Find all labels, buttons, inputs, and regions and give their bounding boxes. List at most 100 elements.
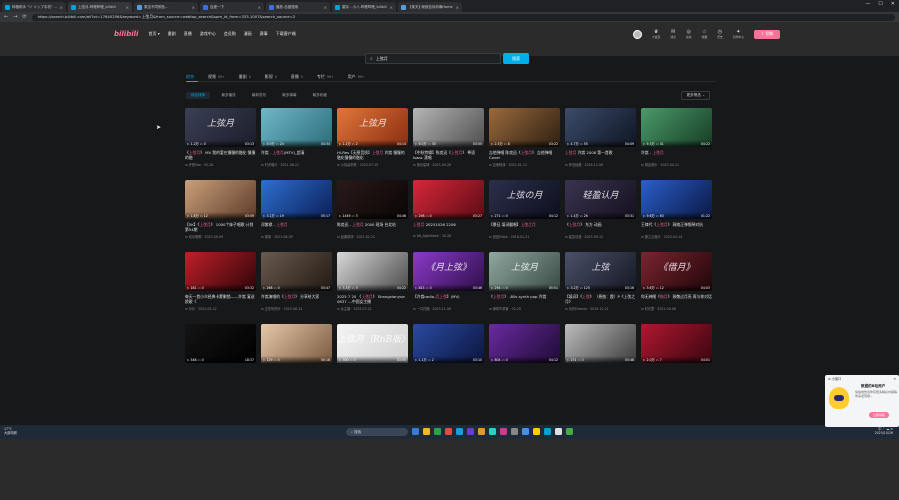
taskbar-app-icon[interactable] bbox=[456, 428, 463, 435]
video-card[interactable]: ▷ 2.0万 ▭ 7 04:01 bbox=[641, 324, 712, 391]
video-thumbnail[interactable]: ▷ 2.5万 ▭ 8 03:22 bbox=[489, 108, 560, 147]
dynamic-icon[interactable]: ◎ 动态 bbox=[686, 29, 692, 39]
video-card[interactable]: ▷ 1.1万 ▭ 2 03:10 bbox=[413, 324, 484, 391]
video-title[interactable]: 许嵩 - 上弦月 bbox=[641, 150, 712, 160]
history-icon[interactable]: ◷ 历史 bbox=[717, 29, 723, 39]
taskbar-app-icon[interactable] bbox=[412, 428, 419, 435]
tab-close-icon[interactable]: × bbox=[60, 5, 63, 10]
video-thumbnail[interactable]: 上弦月 ▷ 294 ▭ 0 05:51 bbox=[489, 252, 560, 291]
video-title[interactable]: 【许嵩radio-月上弦】(MV) bbox=[413, 294, 484, 304]
taskbar-search[interactable]: ⌕ 搜索 bbox=[346, 428, 408, 436]
video-card[interactable]: 上弦月 ▷ 1.2万 ▭ 0 03:13 《上弦月》 MV 我的爱在慢慢的融化 慢慢的… bbox=[185, 108, 256, 175]
uploader-line[interactable]: ⊡ 经典现场 · 2021-02-21 bbox=[337, 234, 408, 239]
browser-tab[interactable]: 【某天】·我就告诉你嘛Home × bbox=[398, 2, 462, 12]
video-card[interactable]: ▷ 4.7万 ▭ 55 04:09 上弦月 许嵩 2008 第一首歌 ⊡ 怀旧经典 ·… bbox=[565, 108, 636, 175]
video-card[interactable]: ▷ 6.0万 ▭ 30 03:55 【中秋特辑】陈奕迅《上弦月》 粤语 Isaac … bbox=[413, 108, 484, 175]
star-icon[interactable]: ☆ 收藏 bbox=[702, 29, 708, 39]
video-title[interactable]: 【填词】《上弦》 （原曲：霞）P《上弦之月》 bbox=[565, 294, 636, 304]
uploader-line[interactable]: ⊡ 欢乐唱歌 · 2023-09-09 bbox=[185, 234, 256, 239]
video-thumbnail[interactable]: ▷ 1.8万 ▭ 12 03:59 bbox=[185, 180, 256, 219]
uploader-line[interactable]: ⊡ 现场 · 2021-08-09 bbox=[261, 234, 332, 239]
uploader-line[interactable]: ⊡ 时光里 · 2021-09-08 bbox=[641, 306, 712, 311]
search-input[interactable]: ⌕ 上弦月 bbox=[365, 53, 502, 64]
sort-option[interactable]: 最新发布 bbox=[247, 92, 271, 99]
video-thumbnail[interactable]: ▷ 3.1万 ▭ 19 05:17 bbox=[261, 180, 332, 219]
uploader-line[interactable]: ⊡ bili_bghhkeelr · 10-26 bbox=[413, 234, 484, 238]
video-thumbnail[interactable]: 上弦の月 ▷ 271 ▭ 0 04:12 bbox=[489, 180, 560, 219]
url-field[interactable]: https://search.bilibili.com/all?vt=17640… bbox=[31, 13, 895, 21]
video-card[interactable]: 上弦の月 ▷ 271 ▭ 0 04:12 【景征 填词翻唱】上弦之月 ⊡ 景征Elist… bbox=[489, 180, 560, 247]
video-card[interactable]: 《月上弦》 ▷ 815 ▭ 0 03:46 【许嵩radio-月上弦】(MV) ⊡ 一口… bbox=[413, 252, 484, 319]
video-card[interactable]: ▷ 3.1万 ▭ 19 05:17 邓紫棋 - 上弦月 ⊡ 现场 · 2021-08-… bbox=[261, 180, 332, 247]
browser-tab[interactable]: 上弦月-哔哩哔哩_bilibili × bbox=[68, 2, 132, 12]
type-tab[interactable]: 影视 0 bbox=[265, 74, 277, 80]
tab-close-icon[interactable]: × bbox=[126, 5, 129, 10]
nav-item[interactable]: 会员购 bbox=[224, 31, 236, 37]
video-thumbnail[interactable]: 《借月》 ▷ 3.6万 ▭ 12 04:03 bbox=[641, 252, 712, 291]
video-card[interactable]: ▷ 298 ▭ 0 03:27 上弦月 20251026 2206 ⊡ bili_bg… bbox=[413, 180, 484, 247]
video-title[interactable]: 【中秋特辑】陈奕迅《上弦月》 粤语 Isaac 漂唱 bbox=[413, 150, 484, 160]
video-card[interactable]: ▷ 9.3万 ▭ 41 04:22 许嵩 - 上弦月 ⊡ 周边音乐 · 2023-04… bbox=[641, 108, 712, 175]
video-thumbnail[interactable]: ▷ 181 ▭ 0 03:32 bbox=[185, 252, 256, 291]
video-title[interactable]: 《上弦月》 MV 我的爱在慢慢的融化 慢慢的融 bbox=[185, 150, 256, 160]
tab-close-icon[interactable]: × bbox=[258, 5, 261, 10]
video-thumbnail[interactable]: ▷ 1.1万 ▭ 2 03:10 bbox=[413, 324, 484, 363]
video-title[interactable]: 上弦月 20251026 2206 bbox=[413, 222, 484, 232]
video-thumbnail[interactable]: ▷ 548 ▭ 0 18:37 bbox=[185, 324, 256, 363]
nav-item[interactable]: 番剧 bbox=[168, 31, 176, 37]
video-card[interactable]: ▷ 3.3万 ▭ 5 04:22 2025 7 20 《上弦月》 Shangxian… bbox=[337, 252, 408, 319]
uploader-line[interactable]: ⊡ 吉他阿泽 · 2022-01-11 bbox=[489, 162, 560, 167]
video-thumbnail[interactable]: ▷ 3.3万 ▭ 5 04:22 bbox=[337, 252, 408, 291]
uploader-line[interactable]: ⊡ 乐乐 · 2022-05-12 bbox=[185, 306, 256, 311]
video-thumbnail[interactable]: ▷ 268 ▭ 0 03:47 bbox=[261, 252, 332, 291]
browser-tab[interactable]: 星际 - 小八-哔哩哔哩_bilibili × bbox=[332, 2, 396, 12]
popup-close-icon[interactable]: ✕ bbox=[893, 377, 896, 381]
video-thumbnail[interactable]: 上弦月（RnB版） ▷ 300 ▭ 0 03:55 bbox=[337, 324, 408, 363]
bilibili-logo[interactable]: bilibili bbox=[114, 30, 138, 38]
video-title[interactable]: 《上弦月》 -80s synth pop 许嵩 bbox=[489, 294, 560, 304]
taskbar-app-icon[interactable] bbox=[445, 428, 452, 435]
nav-item[interactable]: 游戏中心 bbox=[200, 31, 216, 37]
sort-option[interactable]: 最多弹幕 bbox=[277, 92, 301, 99]
video-card[interactable]: ▷ 1.8万 ▭ 12 03:59 【5K】《上弦月》 1000个妹子唱歌 计划第5… bbox=[185, 180, 256, 247]
taskbar-app-icon[interactable] bbox=[511, 428, 518, 435]
taskbar-app-icon[interactable] bbox=[423, 428, 430, 435]
uploader-line[interactable]: ⊡ 弹琴不重置 · 02-29 bbox=[489, 306, 560, 311]
nav-item[interactable]: 下载客户端 bbox=[276, 31, 296, 37]
video-title[interactable]: 2025 7 20 《上弦月》 Shangxianyue 0837 ---中国女… bbox=[337, 294, 408, 304]
uploader-line[interactable]: ⊡ 时光唱片 · 2021-08-21 bbox=[261, 162, 332, 167]
browser-tab[interactable]: 种植助手 "ソ ソップ手机" - bilibili× bbox=[2, 2, 66, 12]
video-title[interactable]: 上弦月 许嵩 2008 第一首歌 bbox=[565, 150, 636, 160]
video-card[interactable]: 《借月》 ▷ 3.6万 ▭ 12 04:03 你无神眼《借月》 致敬过月亮 再与你对话… bbox=[641, 252, 712, 319]
bulb-icon[interactable]: ✦ 创作中心 bbox=[733, 29, 744, 39]
uploader-line[interactable]: ⊡ 小耳朵听歌 · 2024-07-15 bbox=[337, 162, 408, 167]
video-title[interactable]: 吉他弹唱 陈奕迅《上弦月》 吉他弹唱 Cover bbox=[489, 150, 560, 160]
close-icon[interactable]: ✕ bbox=[891, 1, 895, 7]
type-tab[interactable]: 直播 5 bbox=[291, 74, 303, 80]
video-title[interactable]: 邓紫棋 - 上弦月 bbox=[261, 222, 332, 232]
nav-item[interactable]: 直播 bbox=[184, 31, 192, 37]
video-thumbnail[interactable]: ▷ 6.0万 ▭ 30 03:55 bbox=[413, 108, 484, 147]
video-thumbnail[interactable]: ▷ 298 ▭ 0 03:27 bbox=[413, 180, 484, 219]
video-thumbnail[interactable]: ▷ 4.7万 ▭ 55 04:09 bbox=[565, 108, 636, 147]
video-title[interactable]: 陈奕迅 - 上弦月 2000 现场 台北站 bbox=[337, 222, 408, 232]
uploader-line[interactable]: ⊡ 女主播 · 2025-07-21 bbox=[337, 306, 408, 311]
video-card[interactable]: 上弦 ▷ 3.2万 ▭ 125 03:16 【填词】《上弦》 （原曲：霞）P《上弦之月… bbox=[565, 252, 636, 319]
video-thumbnail[interactable]: 上弦 ▷ 3.2万 ▭ 125 03:16 bbox=[565, 252, 636, 291]
uploader-line[interactable]: ⊡ 正在听的乐 · 2023-06-14 bbox=[261, 306, 332, 311]
uploader-line[interactable]: ⊡ 月光Eleanor · 2019-12-21 bbox=[565, 306, 636, 311]
video-title[interactable]: 每天一首小众经典卡蒙剿锁——许嵩 宴送欧歌《 bbox=[185, 294, 256, 304]
video-title[interactable]: 你无神眼《借月》 致敬过月亮 再与你对话 bbox=[641, 294, 712, 304]
taskbar-app-icon[interactable] bbox=[522, 428, 529, 435]
video-thumbnail[interactable]: ▷ 804 ▭ 0 04:12 bbox=[489, 324, 560, 363]
forward-icon[interactable]: → bbox=[13, 14, 17, 20]
tab-close-icon[interactable]: × bbox=[390, 5, 393, 10]
tab-close-icon[interactable]: × bbox=[456, 5, 459, 10]
video-card[interactable]: ▷ 1449 ▭ 3 04:46 陈奕迅 - 上弦月 2000 现场 台北站 ⊡ 经典… bbox=[337, 180, 408, 247]
sort-option[interactable]: 最多播放 bbox=[216, 92, 240, 99]
search-button[interactable]: 搜索 bbox=[503, 53, 529, 64]
video-card[interactable]: ▷ 804 ▭ 0 04:12 bbox=[489, 324, 560, 391]
video-thumbnail[interactable]: ▷ 231 ▭ 0 03:48 bbox=[565, 324, 636, 363]
video-thumbnail[interactable]: 轻盈认月 ▷ 1.4万 ▭ 26 03:31 bbox=[565, 180, 636, 219]
nav-item[interactable]: 首页 ▾ bbox=[148, 31, 159, 37]
